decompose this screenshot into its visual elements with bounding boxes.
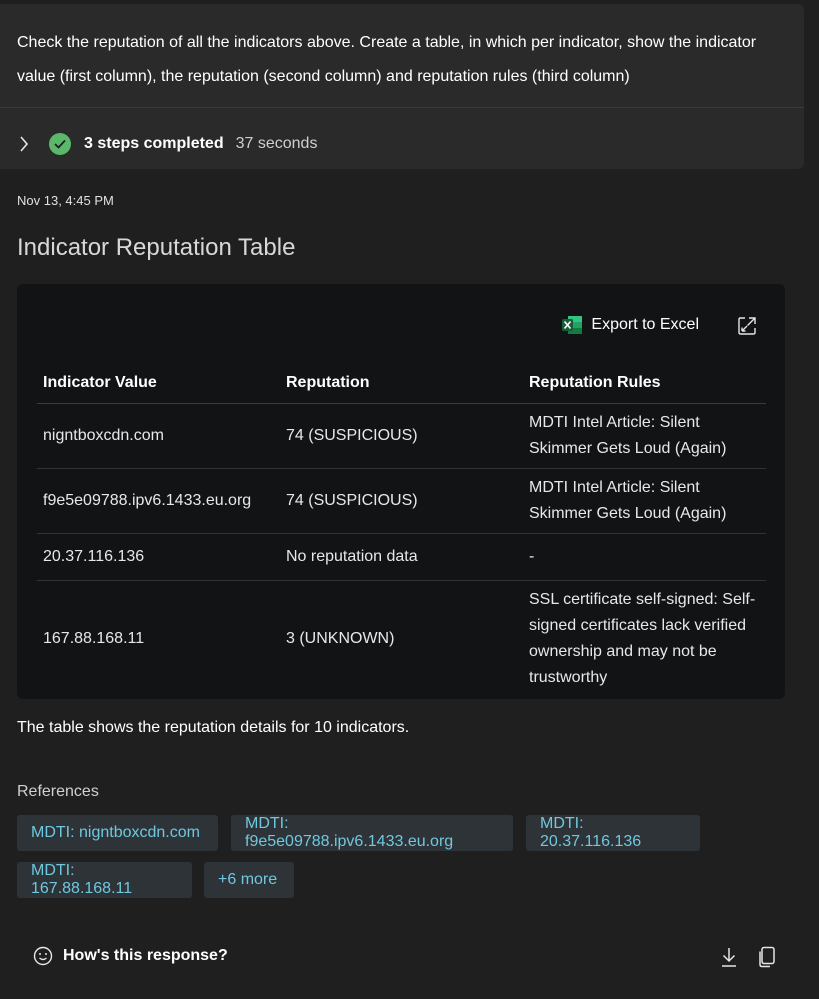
steps-duration: 37 seconds (235, 135, 318, 152)
smile-icon[interactable] (33, 946, 53, 966)
feedback-prompt[interactable]: How's this response? (33, 946, 228, 966)
expand-icon[interactable] (737, 316, 757, 336)
column-header: Reputation (280, 362, 523, 404)
table-row: 167.88.168.11 3 (UNKNOWN) SSL certificat… (37, 581, 766, 698)
check-circle-icon (49, 133, 71, 155)
indicator-value: f9e5e09788.ipv6.1433.eu.org (37, 468, 280, 534)
response-timestamp: Nov 13, 4:45 PM (17, 193, 114, 208)
reputation-value: 3 (UNKNOWN) (286, 630, 395, 647)
indicator-value: 167.88.168.11 (43, 630, 145, 647)
table-card: Export to Excel Indicator Value Reputati… (17, 284, 785, 699)
reputation-rules: MDTI Intel Article: Silent Skimmer Gets … (523, 468, 766, 534)
reference-chip-20-37-116-136[interactable]: MDTI: 20.37.116.136 (526, 815, 700, 851)
prompt-text: Check the reputation of all the indicato… (17, 34, 757, 85)
table-header-row: Indicator Value Reputation Reputation Ru… (37, 362, 766, 404)
divider (0, 107, 804, 108)
references-title: References (17, 783, 99, 800)
export-label: Export to Excel (591, 316, 699, 333)
reference-chip-f9e5e09788[interactable]: MDTI: f9e5e09788.ipv6.1433.eu.org (231, 815, 513, 851)
response-heading: Indicator Reputation Table (17, 234, 296, 261)
reputation-table: Indicator Value Reputation Reputation Ru… (37, 362, 766, 697)
reputation-value: 74 (SUSPICIOUS) (280, 403, 523, 469)
table-row: nigntboxcdn.com 74 (SUSPICIOUS) MDTI Int… (37, 403, 766, 469)
reference-chip-167-88-168-11[interactable]: MDTI: 167.88.168.11 (17, 862, 192, 898)
column-header: Indicator Value (37, 362, 280, 404)
indicator-value: 20.37.116.136 (37, 533, 280, 581)
table-row: 20.37.116.136 No reputation data - (37, 533, 766, 581)
copy-icon[interactable] (757, 946, 777, 968)
steps-label: 3 steps completed (84, 135, 224, 152)
feedback-label: How's this response? (63, 947, 228, 964)
chevron-right-icon[interactable] (17, 134, 31, 154)
excel-icon (562, 316, 583, 334)
reputation-rules: - (523, 533, 766, 581)
indicator-value: nigntboxcdn.com (37, 403, 280, 469)
reference-chip-nigntboxcdn[interactable]: MDTI: nigntboxcdn.com (17, 815, 218, 851)
reputation-value: 74 (SUSPICIOUS) (280, 468, 523, 534)
prompt-card: Check the reputation of all the indicato… (0, 4, 804, 169)
download-icon[interactable] (719, 946, 739, 968)
reputation-rules: SSL certificate self-signed: Self-signed… (529, 591, 756, 686)
table-row: f9e5e09788.ipv6.1433.eu.org 74 (SUSPICIO… (37, 468, 766, 534)
steps-toggle[interactable]: 3 steps completed 37 seconds (17, 130, 317, 158)
response-summary: The table shows the reputation details f… (17, 719, 410, 736)
more-references-button[interactable]: +6 more (204, 862, 294, 898)
column-header: Reputation Rules (523, 362, 766, 404)
export-to-excel-button[interactable]: Export to Excel (561, 314, 699, 336)
reputation-rules: MDTI Intel Article: Silent Skimmer Gets … (523, 403, 766, 469)
reputation-value: No reputation data (280, 533, 523, 581)
